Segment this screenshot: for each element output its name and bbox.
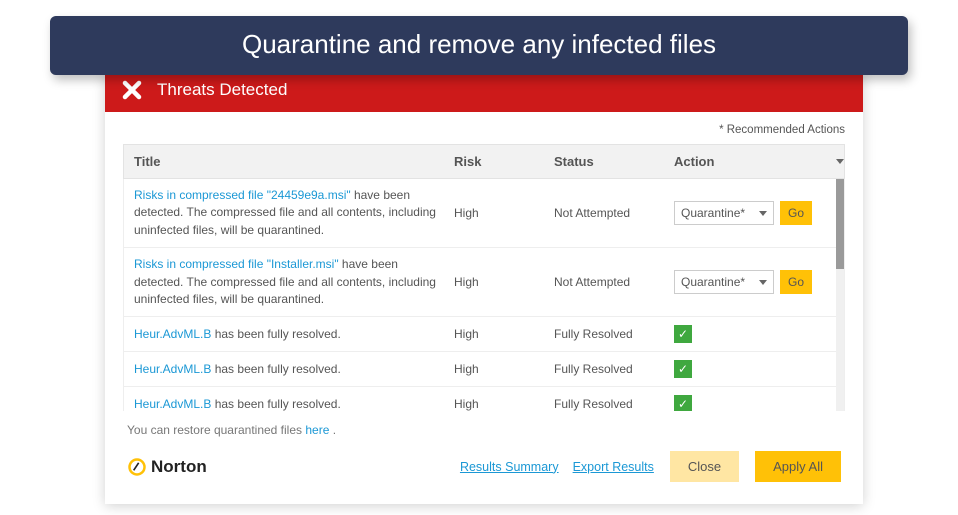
status-cell: Fully Resolved bbox=[554, 327, 674, 341]
restore-here-link[interactable]: here bbox=[305, 423, 329, 437]
action-select-label: Quarantine* bbox=[681, 275, 745, 289]
table-row: Risks in compressed file "Installer.msi"… bbox=[124, 248, 844, 317]
window-header: Threats Detected bbox=[105, 70, 863, 112]
risk-cell: High bbox=[454, 275, 554, 289]
threat-title-cell: Risks in compressed file "24459e9a.msi" … bbox=[134, 187, 454, 239]
chevron-down-icon bbox=[759, 280, 767, 285]
chevron-down-icon bbox=[759, 211, 767, 216]
check-icon: ✓ bbox=[674, 325, 692, 343]
apply-all-button[interactable]: Apply All bbox=[755, 451, 841, 482]
restore-note: You can restore quarantined files here . bbox=[123, 411, 845, 439]
threat-link[interactable]: Heur.AdvML.B bbox=[134, 362, 211, 376]
action-cell: ✓ bbox=[674, 395, 844, 411]
norton-logo-icon bbox=[127, 457, 147, 477]
table-row: Heur.AdvML.B has been fully resolved.Hig… bbox=[124, 387, 844, 411]
threat-description: has been fully resolved. bbox=[211, 327, 340, 341]
export-results-link[interactable]: Export Results bbox=[573, 460, 654, 474]
instruction-banner: Quarantine and remove any infected files bbox=[50, 16, 908, 75]
table-header-row: Title Risk Status Action bbox=[123, 144, 845, 179]
close-button[interactable]: Close bbox=[670, 451, 739, 482]
threat-x-icon bbox=[119, 77, 145, 103]
restore-note-prefix: You can restore quarantined files bbox=[127, 423, 305, 437]
go-button[interactable]: Go bbox=[780, 201, 812, 225]
action-cell: Quarantine* Go bbox=[674, 201, 844, 225]
threat-title-cell: Heur.AdvML.B has been fully resolved. bbox=[134, 326, 454, 343]
status-cell: Not Attempted bbox=[554, 206, 674, 220]
risk-cell: High bbox=[454, 327, 554, 341]
results-summary-link[interactable]: Results Summary bbox=[460, 460, 559, 474]
col-status[interactable]: Status bbox=[554, 154, 674, 169]
norton-logo-text: Norton bbox=[151, 457, 207, 477]
risk-cell: High bbox=[454, 362, 554, 376]
threats-table: Title Risk Status Action Risks in compre… bbox=[123, 144, 845, 411]
table-row: Risks in compressed file "24459e9a.msi" … bbox=[124, 179, 844, 248]
threat-link[interactable]: Risks in compressed file "Installer.msi" bbox=[134, 257, 339, 271]
status-cell: Fully Resolved bbox=[554, 397, 674, 411]
restore-note-suffix: . bbox=[329, 423, 336, 437]
threat-title-cell: Heur.AdvML.B has been fully resolved. bbox=[134, 361, 454, 378]
col-action-label: Action bbox=[674, 154, 714, 169]
scrollbar-track[interactable] bbox=[836, 179, 844, 411]
window-title: Threats Detected bbox=[157, 80, 287, 100]
action-select[interactable]: Quarantine* bbox=[674, 201, 774, 225]
threat-description: has been fully resolved. bbox=[211, 397, 340, 411]
scrollbar-thumb[interactable] bbox=[836, 179, 844, 269]
check-icon: ✓ bbox=[674, 360, 692, 378]
footer-links: Results Summary Export Results bbox=[460, 460, 654, 474]
table-row: Heur.AdvML.B has been fully resolved.Hig… bbox=[124, 352, 844, 387]
threat-link[interactable]: Risks in compressed file "24459e9a.msi" bbox=[134, 188, 351, 202]
col-action[interactable]: Action bbox=[674, 154, 844, 169]
table-row: Heur.AdvML.B has been fully resolved.Hig… bbox=[124, 317, 844, 352]
recommended-actions-label: * Recommended Actions bbox=[123, 124, 845, 136]
action-select[interactable]: Quarantine* bbox=[674, 270, 774, 294]
check-icon: ✓ bbox=[674, 395, 692, 411]
footer-bar: Norton Results Summary Export Results Cl… bbox=[123, 439, 845, 498]
footer-right: Results Summary Export Results Close App… bbox=[460, 451, 841, 482]
threat-description: has been fully resolved. bbox=[211, 362, 340, 376]
action-select-label: Quarantine* bbox=[681, 206, 745, 220]
window-content: * Recommended Actions Title Risk Status … bbox=[105, 112, 863, 504]
threat-title-cell: Heur.AdvML.B has been fully resolved. bbox=[134, 396, 454, 411]
action-cell: ✓ bbox=[674, 360, 844, 378]
col-title[interactable]: Title bbox=[134, 154, 454, 169]
norton-logo: Norton bbox=[127, 457, 207, 477]
chevron-down-icon bbox=[836, 159, 844, 164]
risk-cell: High bbox=[454, 206, 554, 220]
action-cell: Quarantine* Go bbox=[674, 270, 844, 294]
threat-link[interactable]: Heur.AdvML.B bbox=[134, 397, 211, 411]
risk-cell: High bbox=[454, 397, 554, 411]
action-cell: ✓ bbox=[674, 325, 844, 343]
col-risk[interactable]: Risk bbox=[454, 154, 554, 169]
status-cell: Fully Resolved bbox=[554, 362, 674, 376]
status-cell: Not Attempted bbox=[554, 275, 674, 289]
threat-title-cell: Risks in compressed file "Installer.msi"… bbox=[134, 256, 454, 308]
table-body: Risks in compressed file "24459e9a.msi" … bbox=[123, 179, 845, 411]
threat-link[interactable]: Heur.AdvML.B bbox=[134, 327, 211, 341]
go-button[interactable]: Go bbox=[780, 270, 812, 294]
threats-window: Threats Detected * Recommended Actions T… bbox=[105, 70, 863, 504]
